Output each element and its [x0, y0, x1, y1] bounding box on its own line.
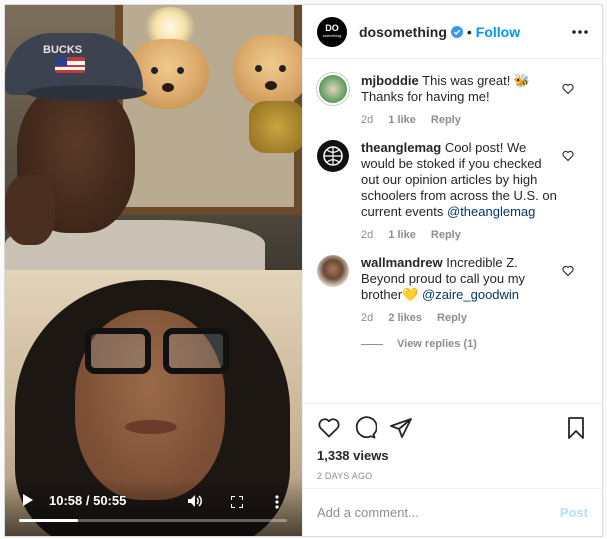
video-time: 10:58 / 50:55 [49, 493, 127, 508]
cap-bill [27, 85, 147, 101]
volume-icon[interactable] [187, 494, 203, 508]
post-date: 2 DAYS AGO [317, 471, 373, 481]
dog-right [233, 35, 302, 107]
comment-like-heart-icon[interactable] [562, 83, 574, 95]
comment-age: 2d [361, 114, 374, 126]
reply-button[interactable]: Reply [431, 229, 461, 241]
woman-mouth [125, 420, 177, 434]
view-replies-button[interactable]: View replies (1) [361, 338, 588, 350]
man-hand [5, 175, 55, 245]
comment-username[interactable]: mjboddie [361, 73, 419, 88]
post-actions: 1,338 views 2 DAYS AGO [303, 403, 602, 481]
commenter-avatar[interactable] [317, 140, 349, 172]
comment-item: theanglemag Cool post! We would be stoke… [317, 140, 588, 241]
view-count[interactable]: 1,338 views [317, 448, 588, 463]
comment-meta: 2d 1 like Reply [361, 114, 561, 126]
comment-like-heart-icon[interactable] [562, 150, 574, 162]
dog-scarf [249, 101, 302, 153]
post-side-panel: DO something dosomething • Follow mjbodd… [302, 5, 602, 536]
verified-icon [450, 25, 463, 38]
globe-icon [323, 146, 343, 166]
commenter-avatar[interactable] [317, 255, 349, 287]
comment-username[interactable]: theanglemag [361, 140, 441, 155]
video-progress-bar[interactable] [19, 519, 287, 522]
add-comment-bar: Post [303, 488, 602, 536]
comment-text: theanglemag Cool post! We would be stoke… [361, 140, 561, 220]
comment-item: wallmandrew Incredible Z. Beyond proud t… [317, 255, 588, 324]
video-pane-top: BUCKS [5, 5, 302, 270]
add-comment-input[interactable] [317, 505, 560, 520]
commenter-avatar[interactable] [317, 73, 349, 105]
reply-button[interactable]: Reply [431, 114, 461, 126]
video-player[interactable]: BUCKS 10:58 / 50:55 [5, 5, 302, 536]
comment-username[interactable]: wallmandrew [361, 255, 443, 270]
cap-text: BUCKS [43, 44, 82, 56]
comment-meta: 2d 2 likes Reply [361, 312, 561, 324]
comment-likes[interactable]: 2 likes [388, 312, 422, 324]
video-more-icon[interactable] [275, 495, 279, 509]
comment-age: 2d [361, 312, 374, 324]
action-icons-row [317, 412, 588, 444]
heart-icon[interactable] [317, 416, 341, 440]
comment-item: mjboddie This was great! 🐝 Thanks for ha… [317, 73, 588, 126]
comment-age: 2d [361, 229, 374, 241]
comment-icon[interactable] [353, 416, 377, 440]
glasses-right-lens [163, 328, 229, 374]
comment-likes[interactable]: 1 like [388, 114, 416, 126]
share-icon[interactable] [389, 416, 413, 440]
video-progress-fill [19, 519, 78, 522]
comment-likes[interactable]: 1 like [388, 229, 416, 241]
comment-meta: 2d 1 like Reply [361, 229, 561, 241]
glasses-left-lens [85, 328, 151, 374]
post-comment-button[interactable]: Post [560, 505, 588, 520]
post-header: DO something dosomething • Follow [303, 5, 602, 59]
comment-text: mjboddie This was great! 🐝 Thanks for ha… [361, 73, 561, 105]
separator-dot: • [466, 23, 472, 40]
more-options-icon[interactable] [572, 29, 588, 34]
bookmark-icon[interactable] [564, 416, 588, 440]
fullscreen-icon[interactable] [231, 496, 243, 508]
comment-text: wallmandrew Incredible Z. Beyond proud t… [361, 255, 561, 303]
comment-like-heart-icon[interactable] [562, 265, 574, 277]
account-username[interactable]: dosomething [359, 24, 447, 40]
reply-button[interactable]: Reply [437, 312, 467, 324]
avatar-logo-subtext: something [322, 32, 342, 38]
comment-mention[interactable]: @zaire_goodwin [422, 287, 519, 302]
account-avatar[interactable]: DO something [317, 16, 347, 47]
comments-list: mjboddie This was great! 🐝 Thanks for ha… [303, 59, 602, 403]
follow-button[interactable]: Follow [476, 24, 520, 40]
comment-mention[interactable]: @theanglemag [447, 204, 535, 219]
video-controls: 10:58 / 50:55 [5, 478, 302, 536]
instagram-post: BUCKS 10:58 / 50:55 DO something dosomet… [4, 4, 603, 537]
play-icon[interactable] [23, 494, 33, 506]
avatar-logo-text: DO [325, 22, 339, 33]
